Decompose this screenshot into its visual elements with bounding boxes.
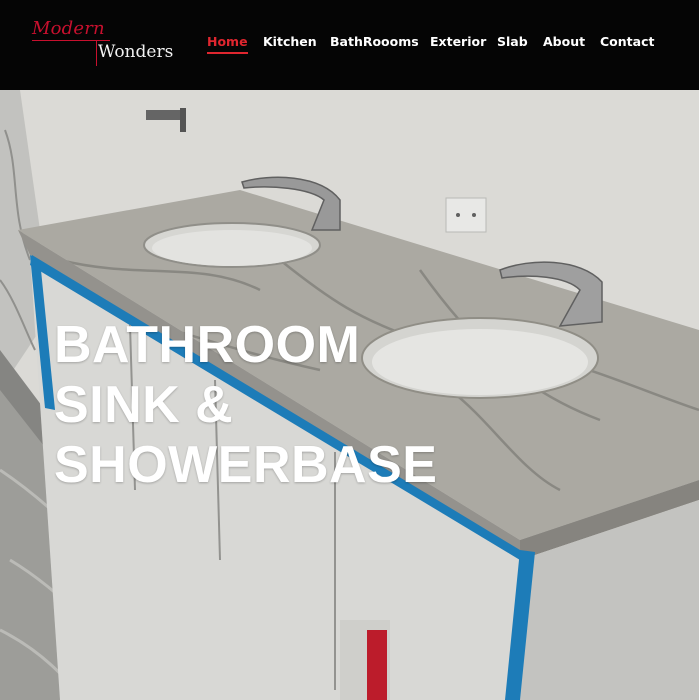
hero-section: BATHROOM SINK & SHOWERBASE [0, 90, 699, 700]
logo-rule-vertical [96, 40, 97, 66]
nav-home[interactable]: Home [207, 34, 248, 54]
nav-slab[interactable]: Slab [497, 34, 528, 49]
logo-text-top: Modern [32, 18, 105, 39]
hero-title-line: SHOWERBASE [54, 435, 438, 494]
site-header: Modern Wonders Home Kitchen BathRoooms E… [0, 0, 699, 90]
logo-text-bottom: Wonders [98, 42, 174, 62]
nav-bathrooms[interactable]: BathRoooms [330, 34, 419, 49]
nav-kitchen[interactable]: Kitchen [263, 34, 317, 49]
hero-title: BATHROOM SINK & SHOWERBASE [54, 315, 437, 495]
hero-title-line: BATHROOM [54, 315, 361, 374]
nav-exterior[interactable]: Exterior [430, 34, 486, 49]
brand-logo[interactable]: Modern Wonders [32, 18, 182, 70]
nav-about[interactable]: About [543, 34, 585, 49]
nav-contact[interactable]: Contact [600, 34, 654, 49]
hero-title-line: SINK & [54, 375, 234, 434]
logo-rule [32, 40, 110, 41]
